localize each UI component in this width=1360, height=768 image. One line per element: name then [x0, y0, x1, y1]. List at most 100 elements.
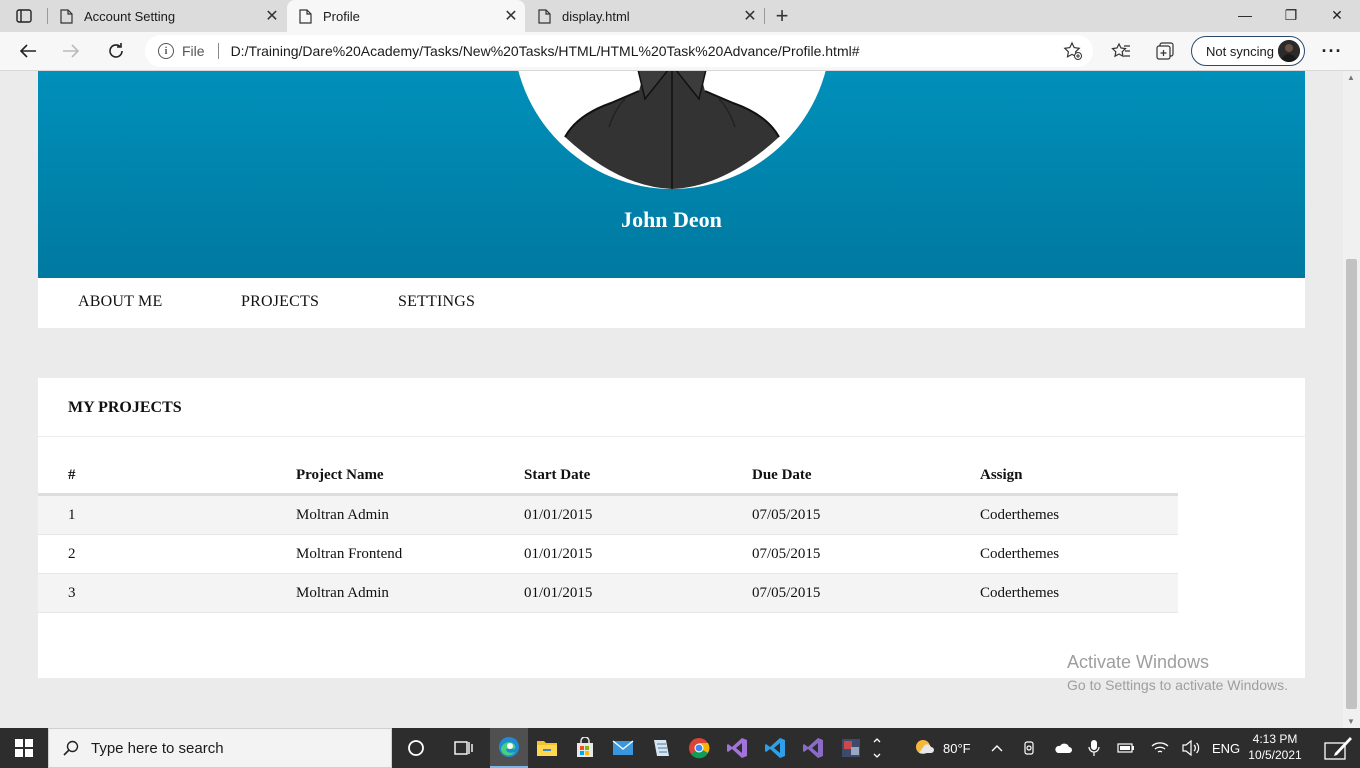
nav-settings[interactable]: SETTINGS — [398, 293, 475, 311]
info-icon[interactable]: i — [158, 43, 174, 59]
scroll-up-icon[interactable]: ▲ — [1347, 73, 1355, 82]
weather-temperature: 80°F — [943, 740, 971, 756]
page-scrollbar[interactable]: ▲ ▼ — [1343, 71, 1360, 728]
tray-battery-button[interactable] — [1117, 728, 1135, 768]
cortana-button[interactable] — [397, 728, 435, 768]
nav-projects[interactable]: PROJECTS — [241, 293, 319, 311]
cell-start-date: 01/01/2015 — [524, 507, 593, 523]
new-tab-button[interactable]: + — [768, 2, 796, 30]
taskbar-clock[interactable]: 4:13 PM 10/5/2021 — [1240, 731, 1310, 763]
back-button[interactable] — [12, 36, 44, 66]
card-divider — [38, 436, 1305, 437]
address-bar[interactable]: i File D:/Training/Dare%20Academy/Tasks/… — [145, 35, 1093, 67]
table-row: 3 Moltran Admin 01/01/2015 07/05/2015 Co… — [38, 574, 1178, 613]
taskbar-app-visual-studio[interactable] — [718, 728, 756, 768]
browser-toolbar: i File D:/Training/Dare%20Academy/Tasks/… — [0, 32, 1360, 71]
tab-display[interactable]: display.html ✕ — [526, 0, 764, 32]
taskbar-search[interactable]: Type here to search — [48, 728, 392, 768]
profile-avatar — [513, 71, 831, 189]
microphone-icon — [1088, 740, 1100, 756]
start-button[interactable] — [0, 728, 48, 768]
table-row: 2 Moltran Frontend 01/01/2015 07/05/2015… — [38, 535, 1178, 574]
notification-center-button[interactable] — [1316, 728, 1360, 768]
taskbar-app-tool[interactable] — [832, 728, 870, 768]
speaker-icon — [1182, 740, 1200, 756]
cell-project-name: Moltran Admin — [296, 507, 389, 523]
task-view-button[interactable] — [444, 728, 482, 768]
avatar — [1278, 40, 1300, 62]
visual-studio-icon — [727, 738, 747, 758]
cell-assign: Coderthemes — [980, 585, 1060, 601]
clock-date: 10/5/2021 — [1248, 748, 1302, 762]
tab-close-button[interactable]: ✕ — [497, 2, 525, 30]
tab-account-setting[interactable]: Account Setting ✕ — [48, 0, 286, 32]
notes-icon — [654, 740, 669, 756]
arrow-right-icon — [63, 44, 80, 58]
taskbar-app-chrome[interactable] — [680, 728, 718, 768]
scrollbar-thumb[interactable] — [1346, 259, 1357, 709]
search-icon — [63, 740, 79, 756]
column-header-project-name: Project Name — [296, 467, 384, 483]
cell-number: 3 — [68, 585, 76, 601]
settings-more-button[interactable]: ··· — [1318, 37, 1346, 65]
activate-windows-watermark: Activate Windows Go to Settings to activ… — [1067, 652, 1288, 693]
cell-due-date: 07/05/2015 — [752, 585, 821, 601]
tab-separator — [764, 8, 765, 24]
page-icon — [58, 8, 74, 24]
taskbar-app-explorer[interactable] — [528, 728, 566, 768]
restore-button[interactable]: ❐ — [1268, 0, 1314, 30]
tray-meet-button[interactable] — [1022, 728, 1038, 768]
clock-time: 4:13 PM — [1252, 732, 1298, 746]
weather-widget[interactable]: 80°F — [913, 728, 971, 768]
collections-icon — [1156, 42, 1174, 60]
profile-name: John Deon — [621, 207, 722, 232]
chevron-up-icon — [991, 745, 1003, 752]
page-icon — [297, 8, 313, 24]
close-window-button[interactable]: ✕ — [1314, 0, 1360, 30]
taskbar-app-mail[interactable] — [604, 728, 642, 768]
cortana-icon — [408, 740, 424, 756]
mail-icon — [612, 740, 634, 755]
tray-volume-button[interactable] — [1181, 728, 1201, 768]
minimize-button[interactable]: — — [1222, 0, 1268, 30]
taskbar-app-vscode[interactable] — [756, 728, 794, 768]
profile-nav: ABOUT ME PROJECTS SETTINGS — [38, 278, 1305, 328]
nav-about-me[interactable]: ABOUT ME — [78, 293, 162, 311]
profile-sync-button[interactable]: Not syncing — [1191, 36, 1305, 66]
tray-onedrive-button[interactable] — [1054, 728, 1072, 768]
refresh-button[interactable] — [100, 36, 132, 66]
cell-project-name: Moltran Frontend — [296, 546, 403, 562]
taskbar-app-store[interactable] — [566, 728, 604, 768]
collections-button[interactable] — [1154, 40, 1176, 62]
card-title: MY PROJECTS — [68, 399, 182, 416]
app-tool-icon — [842, 739, 860, 757]
battery-icon — [1117, 743, 1134, 753]
tab-close-button[interactable]: ✕ — [736, 2, 764, 30]
show-hidden-icons-button[interactable] — [990, 728, 1004, 768]
forward-button[interactable] — [55, 36, 87, 66]
taskbar-app-edge[interactable] — [490, 728, 528, 768]
file-scheme-label: File — [182, 43, 205, 59]
tray-microphone-button[interactable] — [1088, 728, 1100, 768]
input-language-button[interactable]: ENG — [1212, 728, 1240, 768]
tab-actions-button[interactable] — [6, 5, 42, 27]
tab-profile[interactable]: Profile ✕ — [287, 0, 525, 32]
scroll-down-icon[interactable]: ▼ — [1347, 717, 1355, 726]
add-favorite-button[interactable] — [1063, 41, 1083, 61]
cell-assign: Coderthemes — [980, 507, 1060, 523]
column-header-assign: Assign — [980, 467, 1023, 483]
taskbar-overflow[interactable] — [870, 728, 884, 768]
taskbar-app-notes[interactable] — [642, 728, 680, 768]
favorites-button[interactable] — [1110, 40, 1132, 62]
tray-network-button[interactable] — [1151, 728, 1169, 768]
tab-close-button[interactable]: ✕ — [258, 2, 286, 30]
taskbar-app-vs-preview[interactable] — [794, 728, 832, 768]
avatar-image — [518, 71, 826, 189]
tab-title: Profile — [323, 8, 360, 24]
tab-title: display.html — [562, 8, 630, 24]
store-icon — [577, 737, 593, 757]
address-divider — [217, 43, 219, 59]
column-header-number: # — [68, 467, 76, 483]
url-text[interactable]: D:/Training/Dare%20Academy/Tasks/New%20T… — [231, 43, 860, 59]
pen-icon — [1324, 737, 1352, 760]
